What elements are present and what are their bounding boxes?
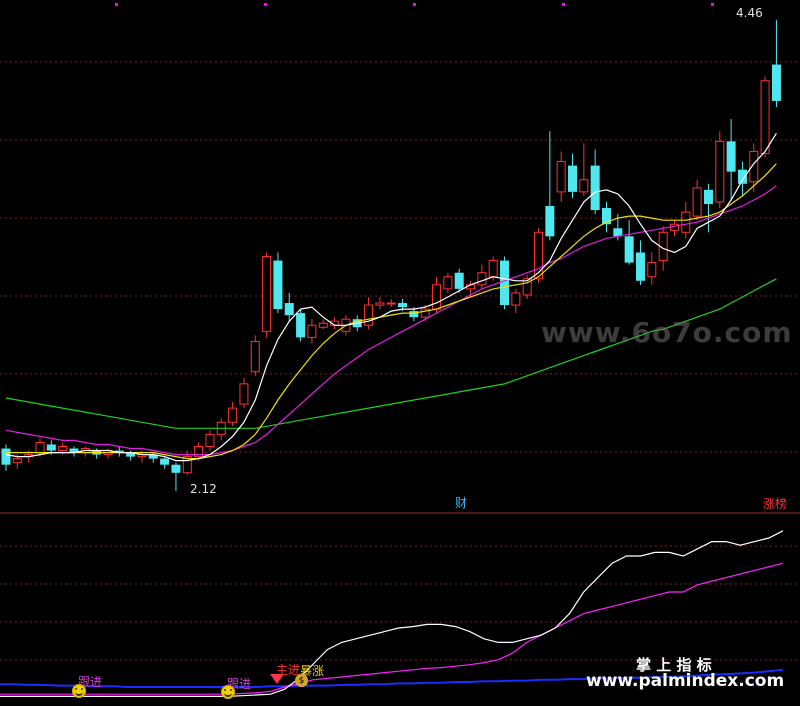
top-tick-marker — [115, 3, 118, 6]
candle-body-down — [46, 444, 56, 451]
candle-body-up — [386, 302, 396, 305]
candle-body-down — [398, 303, 408, 308]
candle-body-down — [500, 260, 510, 306]
candle-body-up — [205, 433, 215, 447]
top-tick-marker — [562, 3, 565, 6]
candle-body-up — [239, 383, 249, 405]
top-tick-marker — [264, 3, 267, 6]
top-tick-marker — [711, 3, 714, 6]
top-tick-marker — [413, 3, 416, 6]
candle-body-up — [692, 187, 702, 217]
candle-body-up — [556, 161, 566, 193]
watermark-top: www.6o7o.com — [541, 316, 793, 349]
candle-body-up — [307, 324, 317, 338]
candle-body-up — [262, 256, 272, 332]
candle-body-down — [1, 448, 11, 465]
candle-body-down — [296, 313, 306, 338]
zhangbang-marker: 涨榜 — [763, 496, 787, 511]
candle-body-down — [590, 165, 600, 211]
candle-body-down — [273, 260, 283, 310]
candle-body-up — [35, 441, 45, 454]
candle-body-down — [726, 141, 736, 172]
candle-body-up — [760, 80, 770, 154]
money-bag-icon: $ — [295, 674, 308, 687]
candle-body-up — [534, 231, 544, 280]
cai-marker: 财 — [455, 496, 467, 510]
ma-white-line — [5, 132, 777, 462]
candle-body-down — [160, 458, 170, 465]
moving-average-lines — [5, 132, 777, 462]
price-low-label: 2.12 — [190, 482, 217, 496]
candle-body-up — [647, 262, 657, 278]
watermark-url: www.palmindex.com — [586, 671, 785, 691]
smiley-icon — [221, 685, 235, 699]
candle-body-up — [250, 340, 260, 373]
candle-body-down — [635, 252, 645, 281]
candle-body-down — [545, 206, 555, 237]
candle-body-down — [771, 64, 781, 101]
candle-body-up — [375, 302, 385, 306]
candle-body-up — [228, 407, 238, 423]
candle-body-up — [318, 322, 328, 328]
candle-body-down — [454, 272, 464, 289]
candle-body-up — [58, 446, 68, 452]
candle-body-down — [613, 228, 623, 237]
candle-body-down — [171, 464, 181, 473]
candle-body-up — [488, 260, 498, 278]
candle-body-up — [579, 179, 589, 193]
candle-body-up — [477, 272, 487, 286]
candle-body-down — [737, 169, 747, 184]
candle-body-up — [12, 458, 22, 464]
candle-body-down — [568, 165, 577, 192]
smiley-icon — [72, 684, 86, 698]
candle-body-down — [703, 189, 713, 204]
candle-body-up — [432, 284, 442, 310]
candle-body-up — [511, 292, 521, 306]
candle-body-down — [624, 236, 634, 263]
candlestick-series — [1, 20, 781, 491]
candle-body-up — [681, 211, 691, 233]
price-high-label: 4.46 — [736, 6, 763, 20]
candle-body-down — [284, 303, 294, 316]
candle-body-up — [715, 140, 725, 203]
stock-chart: 4.46 2.12 财 涨榜 — [0, 3, 800, 698]
candle-body-up — [443, 276, 453, 290]
